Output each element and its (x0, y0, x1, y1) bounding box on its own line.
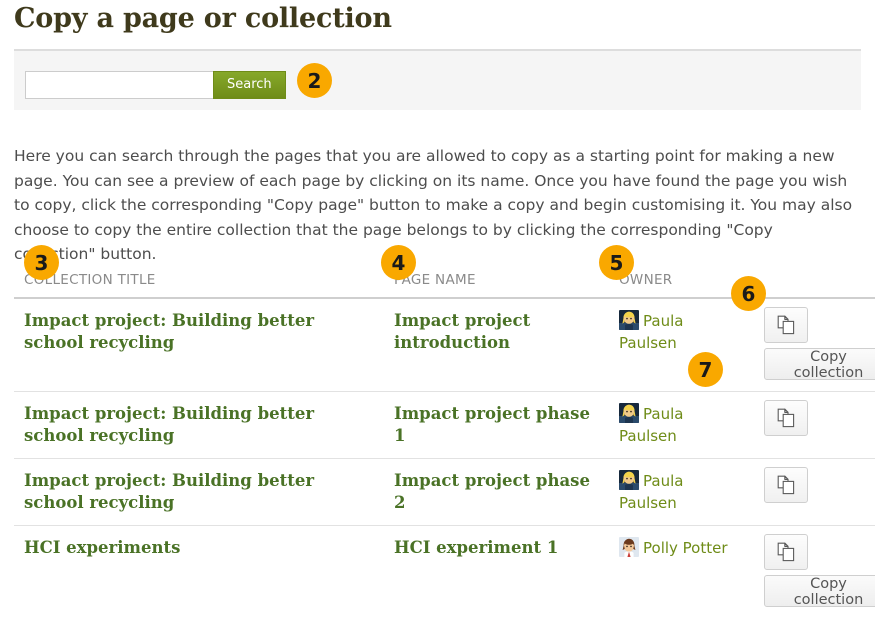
cell-actions (754, 392, 875, 459)
cell-actions: Copy collection (754, 298, 875, 392)
cell-collection-title: Impact project: Building better school r… (14, 459, 384, 526)
copy-pages-icon (776, 474, 796, 496)
annotation-badge-6: 6 (731, 276, 766, 311)
collection-title-link[interactable]: HCI experiments (24, 537, 180, 559)
collection-title-link[interactable]: Impact project: Building better school r… (24, 470, 374, 514)
copy-table: COLLECTION TITLE PAGE NAME OWNER Impact … (14, 272, 875, 618)
column-header-page-name[interactable]: PAGE NAME (384, 272, 609, 298)
cell-collection-title: Impact project: Building better school r… (14, 392, 384, 459)
cell-page-name: Impact project phase 1 (384, 392, 609, 459)
copy-page-button[interactable] (764, 307, 808, 343)
annotation-badge-2: 2 (297, 63, 332, 98)
owner-link[interactable]: Polly Potter (643, 539, 728, 557)
page-name-link[interactable]: Impact project introduction (394, 310, 599, 354)
page-name-link[interactable]: Impact project phase 2 (394, 470, 599, 514)
avatar (619, 470, 639, 490)
copy-table-container: COLLECTION TITLE PAGE NAME OWNER Impact … (14, 272, 861, 618)
collection-title-link[interactable]: Impact project: Building better school r… (24, 403, 374, 447)
table-row: Impact project: Building better school r… (14, 298, 875, 392)
page-title: Copy a page or collection (14, 2, 392, 36)
search-form: Search (25, 71, 286, 99)
column-header-actions (754, 272, 875, 298)
cell-owner: Paula Paulsen (609, 392, 754, 459)
copy-collection-button[interactable]: Copy collection (764, 348, 875, 380)
page-name-link[interactable]: HCI experiment 1 (394, 537, 558, 559)
copy-pages-icon (776, 541, 796, 563)
avatar (619, 403, 639, 423)
column-header-collection-title[interactable]: COLLECTION TITLE (14, 272, 384, 298)
copy-pages-icon (776, 407, 796, 429)
annotation-badge-4: 4 (381, 245, 416, 280)
table-row: Impact project: Building better school r… (14, 392, 875, 459)
cell-actions: Copy collection (754, 526, 875, 618)
cell-collection-title: Impact project: Building better school r… (14, 298, 384, 392)
search-panel: Search (14, 49, 861, 110)
cell-page-name: HCI experiment 1 (384, 526, 609, 618)
cell-owner: Polly Potter (609, 526, 754, 618)
page-description: Here you can search through the pages th… (14, 144, 854, 267)
cell-page-name: Impact project phase 2 (384, 459, 609, 526)
cell-collection-title: HCI experiments (14, 526, 384, 618)
table-row: Impact project: Building better school r… (14, 459, 875, 526)
page-name-link[interactable]: Impact project phase 1 (394, 403, 599, 447)
cell-actions (754, 459, 875, 526)
avatar (619, 310, 639, 330)
copy-pages-icon (776, 314, 796, 336)
copy-page-button[interactable] (764, 534, 808, 570)
collection-title-link[interactable]: Impact project: Building better school r… (24, 310, 374, 354)
avatar (619, 537, 639, 557)
cell-page-name: Impact project introduction (384, 298, 609, 392)
copy-page-button[interactable] (764, 467, 808, 503)
annotation-badge-7: 7 (688, 352, 723, 387)
table-row: HCI experiments HCI experiment 1 (14, 526, 875, 618)
annotation-badge-5: 5 (599, 245, 634, 280)
cell-owner: Paula Paulsen (609, 459, 754, 526)
copy-collection-button[interactable]: Copy collection (764, 575, 875, 607)
search-input[interactable] (25, 71, 213, 99)
annotation-badge-3: 3 (24, 245, 59, 280)
table-body: Impact project: Building better school r… (14, 298, 875, 618)
cell-owner: Paula Paulsen (609, 298, 754, 392)
copy-page-button[interactable] (764, 400, 808, 436)
search-button[interactable]: Search (213, 71, 286, 99)
